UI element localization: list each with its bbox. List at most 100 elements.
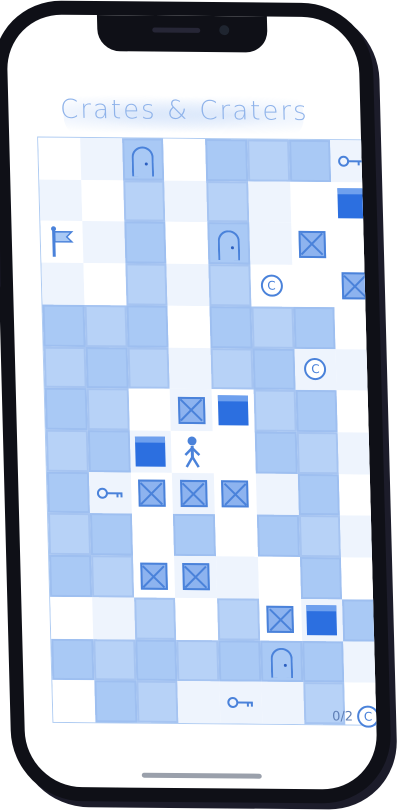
crater-tile[interactable]	[94, 680, 137, 723]
floor-tile[interactable]	[216, 556, 259, 599]
home-indicator[interactable]	[141, 772, 262, 779]
floor-tile[interactable]	[167, 305, 211, 348]
crater-tile[interactable]	[122, 180, 166, 223]
crater-tile[interactable]	[253, 389, 297, 432]
crater-tile[interactable]	[84, 304, 128, 347]
floor-tile[interactable]	[39, 179, 83, 222]
crater-tile[interactable]	[209, 305, 253, 349]
floor-tile[interactable]	[335, 348, 379, 391]
floor-tile[interactable]	[257, 556, 301, 599]
floor-tile[interactable]	[334, 307, 378, 350]
floor-tile[interactable]	[343, 640, 379, 684]
floor-tile[interactable]	[164, 180, 208, 223]
crater-tile[interactable]	[295, 390, 338, 433]
floor-tile[interactable]	[175, 597, 219, 640]
floor-tile[interactable]	[166, 263, 210, 306]
crater-tile[interactable]	[217, 598, 260, 641]
floor-tile[interactable]	[339, 474, 379, 517]
floor-tile[interactable]	[291, 264, 335, 308]
floor-tile[interactable]	[168, 347, 212, 390]
crater-tile[interactable]	[296, 431, 340, 475]
floor-tile[interactable]	[341, 557, 379, 600]
floor-tile[interactable]	[131, 513, 175, 557]
door-tile[interactable]	[259, 640, 303, 683]
crater-tile[interactable]	[176, 639, 220, 682]
crate-tile[interactable]	[213, 472, 257, 516]
crater-tile[interactable]	[90, 555, 134, 598]
crater-tile[interactable]	[43, 346, 87, 389]
door-tile[interactable]	[121, 138, 165, 181]
crater-tile[interactable]	[134, 639, 178, 682]
crater-tile[interactable]	[47, 513, 91, 556]
crater-tile[interactable]	[51, 638, 95, 681]
crater-tile[interactable]	[123, 221, 167, 264]
crater-tile[interactable]	[210, 347, 254, 390]
block-tile[interactable]	[211, 389, 255, 432]
floor-tile[interactable]	[340, 515, 379, 558]
crater-tile[interactable]	[45, 429, 89, 472]
floor-tile[interactable]	[163, 138, 207, 181]
crater-tile[interactable]	[124, 263, 168, 306]
crater-tile[interactable]	[256, 515, 300, 558]
crater-tile[interactable]	[127, 346, 170, 390]
crater-tile[interactable]	[246, 139, 290, 182]
crater-tile[interactable]	[49, 554, 92, 598]
crate-tile[interactable]	[333, 265, 377, 308]
crater-tile[interactable]	[85, 346, 129, 389]
coin-tile[interactable]: C	[250, 264, 293, 307]
floor-tile[interactable]	[83, 263, 127, 306]
floor-tile[interactable]	[261, 681, 304, 725]
crater-tile[interactable]	[298, 515, 342, 558]
crater-tile[interactable]	[86, 388, 130, 431]
floor-tile[interactable]	[38, 137, 81, 180]
crater-tile[interactable]	[44, 387, 88, 431]
board-grid[interactable]: CC	[38, 137, 379, 725]
floor-tile[interactable]	[289, 181, 333, 224]
crater-tile[interactable]	[93, 638, 136, 681]
block-tile[interactable]	[331, 181, 375, 224]
crate-tile[interactable]	[290, 223, 334, 266]
floor-tile[interactable]	[336, 390, 379, 433]
floor-tile[interactable]	[52, 680, 96, 723]
floor-tile[interactable]	[214, 514, 258, 557]
floor-tile[interactable]	[165, 222, 209, 265]
crater-tile[interactable]	[126, 305, 169, 348]
door-tile[interactable]	[207, 222, 251, 265]
crater-tile[interactable]	[301, 640, 345, 683]
crater-tile[interactable]	[288, 139, 332, 182]
crater-tile[interactable]	[87, 430, 131, 473]
floor-tile[interactable]	[82, 221, 125, 264]
crater-tile[interactable]	[42, 304, 86, 347]
crate-tile[interactable]	[169, 389, 213, 432]
flag-tile[interactable]	[40, 221, 84, 264]
crater-tile[interactable]	[299, 557, 343, 600]
floor-tile[interactable]	[255, 473, 299, 516]
crater-tile[interactable]	[251, 306, 295, 349]
floor-tile[interactable]	[128, 388, 172, 431]
crater-tile[interactable]	[218, 639, 262, 682]
floor-tile[interactable]	[50, 596, 94, 639]
floor-tile[interactable]	[332, 223, 376, 266]
puzzle-board[interactable]: CC	[37, 136, 379, 726]
crater-tile[interactable]	[46, 471, 90, 514]
key-tile[interactable]	[88, 471, 132, 514]
floor-tile[interactable]	[337, 432, 379, 475]
crater-tile[interactable]	[208, 264, 252, 307]
floor-tile[interactable]	[91, 597, 135, 640]
crater-tile[interactable]	[342, 599, 379, 642]
block-tile[interactable]	[129, 430, 173, 473]
crater-tile[interactable]	[135, 680, 179, 723]
coin-tile[interactable]: C	[294, 348, 337, 391]
crate-tile[interactable]	[258, 598, 302, 641]
floor-tile[interactable]	[177, 681, 221, 724]
floor-tile[interactable]	[79, 137, 123, 181]
crater-tile[interactable]	[206, 180, 250, 223]
key-tile[interactable]	[219, 681, 263, 724]
floor-tile[interactable]	[212, 431, 256, 474]
floor-tile[interactable]	[80, 179, 124, 222]
crate-tile[interactable]	[132, 555, 176, 598]
crate-tile[interactable]	[174, 556, 218, 599]
crate-tile[interactable]	[172, 472, 215, 515]
crater-tile[interactable]	[173, 514, 217, 557]
floor-tile[interactable]	[41, 262, 85, 305]
